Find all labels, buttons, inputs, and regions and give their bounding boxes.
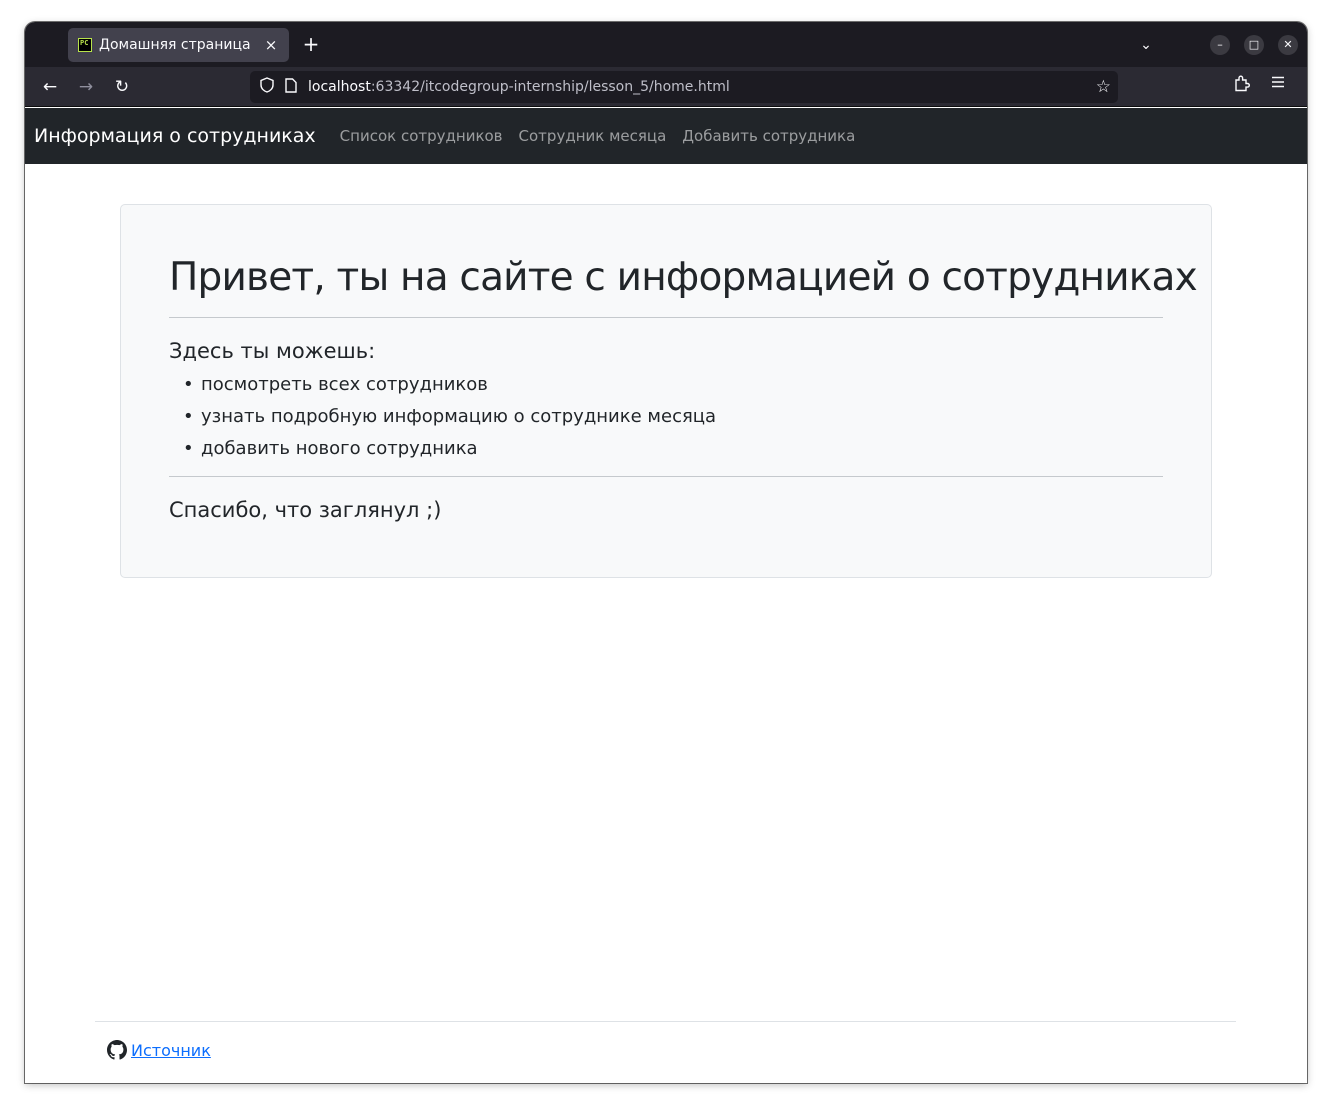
tab-close-icon[interactable]: × — [263, 36, 279, 54]
site-navbar: Информация о сотрудниках Список сотрудни… — [25, 108, 1307, 164]
pycharm-favicon-icon: PC — [78, 38, 92, 52]
tab-title: Домашняя страница — [99, 37, 251, 53]
forward-button[interactable]: → — [74, 75, 98, 99]
features-list: посмотреть всех сотрудников узнать подро… — [169, 369, 1163, 465]
puzzle-icon[interactable] — [1234, 75, 1250, 96]
nav-toolbar: ← → ↻ localhost:63342/itcodegroup-intern… — [25, 67, 1307, 107]
list-item: узнать подробную информацию о сотруднике… — [183, 401, 1163, 433]
footer: Источник — [107, 1040, 211, 1060]
star-icon[interactable]: ☆ — [1096, 77, 1111, 97]
jumbotron: Привет, ты на сайте с информацией о сотр… — [120, 204, 1212, 578]
close-window-button[interactable]: ✕ — [1278, 35, 1298, 55]
footer-divider — [95, 1021, 1236, 1022]
tab-home[interactable]: PC Домашняя страница × — [68, 28, 289, 62]
page-viewport: Информация о сотрудниках Список сотрудни… — [25, 108, 1307, 1083]
tabs-list-chevron-icon[interactable]: ⌄ — [1135, 34, 1157, 56]
shield-icon[interactable] — [258, 77, 276, 97]
browser-window: PC Домашняя страница × + ⌄ – □ ✕ ← → ↻ l… — [25, 22, 1307, 1083]
maximize-button[interactable]: □ — [1244, 35, 1264, 55]
back-button[interactable]: ← — [38, 75, 62, 99]
url-bar[interactable]: localhost:63342/itcodegroup-internship/l… — [250, 71, 1118, 103]
minimize-button[interactable]: – — [1210, 35, 1230, 55]
hamburger-icon[interactable] — [1271, 74, 1285, 94]
divider — [169, 317, 1163, 318]
nav-link-employee-of-month[interactable]: Сотрудник месяца — [511, 127, 675, 145]
url-text[interactable]: localhost:63342/itcodegroup-internship/l… — [308, 79, 730, 95]
page-title: Привет, ты на сайте с информацией о сотр… — [169, 255, 1198, 300]
list-item: посмотреть всех сотрудников — [183, 369, 1163, 401]
features-heading: Здесь ты можешь: — [169, 339, 376, 363]
nav-link-add-employee[interactable]: Добавить сотрудника — [674, 127, 863, 145]
divider — [169, 476, 1163, 477]
thanks-text: Спасибо, что заглянул ;) — [169, 498, 442, 522]
tab-strip: PC Домашняя страница × + ⌄ – □ ✕ — [25, 22, 1307, 67]
nav-link-employee-list[interactable]: Список сотрудников — [332, 127, 511, 145]
reload-button[interactable]: ↻ — [110, 75, 134, 99]
github-icon — [107, 1040, 127, 1060]
page-icon[interactable] — [284, 77, 298, 97]
navbar-brand[interactable]: Информация о сотрудниках — [34, 125, 316, 147]
source-link[interactable]: Источник — [131, 1041, 211, 1060]
list-item: добавить нового сотрудника — [183, 433, 1163, 465]
new-tab-button[interactable]: + — [299, 33, 323, 57]
